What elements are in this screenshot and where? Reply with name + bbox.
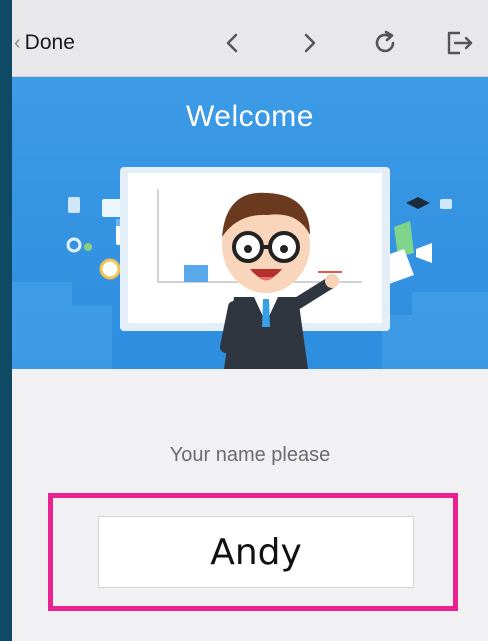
megaphone-icon xyxy=(416,243,432,263)
done-button[interactable]: ‹ Done xyxy=(14,26,75,60)
name-input[interactable] xyxy=(98,516,414,588)
chevron-left-icon xyxy=(226,33,238,53)
chart-bar xyxy=(184,265,208,282)
graduation-cap-icon xyxy=(406,197,430,209)
back-button[interactable] xyxy=(216,26,250,60)
forward-button[interactable] xyxy=(292,26,326,60)
exit-icon xyxy=(447,31,473,55)
ring-icon xyxy=(66,237,82,253)
exit-button[interactable] xyxy=(442,26,476,60)
reload-button[interactable] xyxy=(368,26,402,60)
browser-toolbar: ‹ Done xyxy=(12,0,488,77)
name-prompt: Your name please xyxy=(169,444,331,466)
clock-icon xyxy=(99,258,121,280)
app-screen: ‹ Done Welcome Your name please Andy xyxy=(12,0,488,641)
done-label: Done xyxy=(24,31,75,54)
chevron-left-small-icon: ‹ xyxy=(14,31,21,54)
reload-icon xyxy=(375,30,395,53)
welcome-title: Welcome xyxy=(186,100,314,133)
document-icon xyxy=(68,197,80,213)
chevron-right-icon xyxy=(304,33,316,53)
